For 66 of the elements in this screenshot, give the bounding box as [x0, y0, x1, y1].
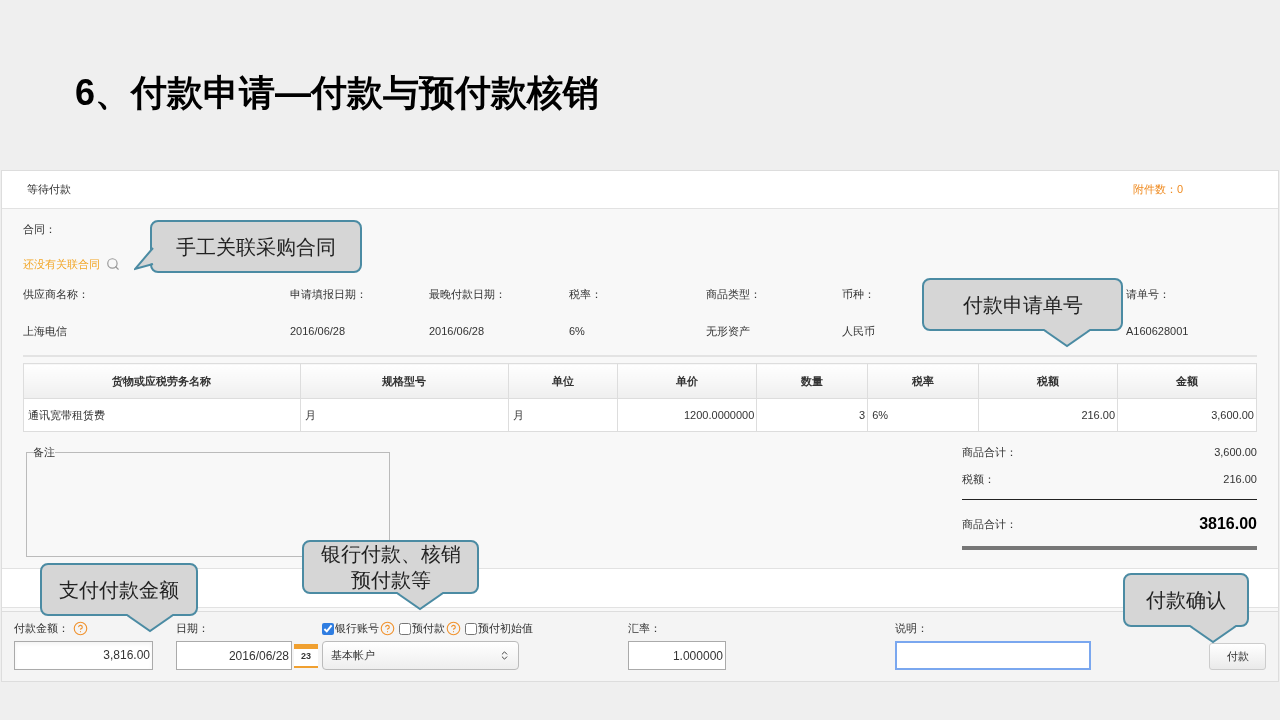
option-checkbox[interactable] — [322, 622, 334, 635]
account-select[interactable]: 基本帐户 — [322, 641, 519, 670]
help-icon[interactable] — [446, 621, 461, 636]
field-label: 税率： — [569, 287, 602, 302]
field-value: 2016/06/28 — [429, 323, 485, 339]
total-label: 商品合计： — [962, 445, 1017, 460]
calendar-button[interactable]: 23 — [294, 643, 318, 668]
slide-title: 6、付款申请—付款与预付款核销 — [75, 72, 600, 113]
field-label: 币种： — [842, 287, 875, 302]
total-value: 3,600.00 — [1214, 445, 1257, 460]
field-label: 申请填报日期： — [290, 287, 367, 302]
callout-pointer — [1044, 328, 1090, 348]
table-cell: 3,600.00 — [1117, 398, 1257, 432]
table-cell: 月 — [508, 398, 618, 432]
remarks-legend: 备注 — [33, 444, 55, 461]
column-header: 金额 — [1117, 363, 1257, 399]
table-cell: 216.00 — [978, 398, 1118, 432]
table-cell: 6% — [867, 398, 979, 432]
column-header: 税率 — [867, 363, 979, 399]
grand-total-value: 3816.00 — [1199, 514, 1257, 534]
field-label: 供应商名称： — [23, 287, 89, 302]
date-field[interactable]: 2016/06/28 — [176, 641, 292, 670]
field-label: 付款金额： — [14, 621, 69, 636]
field-label: 请单号： — [1126, 287, 1170, 302]
field-value: 上海电信 — [23, 323, 67, 339]
note-field[interactable] — [895, 641, 1091, 670]
column-header: 单位 — [508, 363, 618, 399]
grand-total-label: 商品合计： — [962, 516, 1017, 532]
search-icon[interactable] — [106, 256, 120, 271]
callout-tooltip: 手工关联采购合同 — [150, 220, 362, 273]
table-cell: 通讯宽带租赁费 — [23, 398, 301, 432]
table-cell: 3 — [756, 398, 868, 432]
status-label: 等待付款 — [27, 182, 71, 198]
help-icon[interactable] — [380, 621, 395, 636]
contract-label: 合同： — [23, 222, 57, 237]
total-label: 税额： — [962, 471, 995, 487]
column-header: 单价 — [617, 363, 757, 399]
field-value: 6% — [569, 323, 585, 339]
field-value: 人民币 — [842, 323, 875, 339]
field-label: 商品类型： — [706, 287, 761, 302]
field-value: A160628001 — [1126, 323, 1189, 339]
amount-field[interactable]: 3,816.00 — [14, 640, 153, 670]
option-label: 预付款 — [412, 621, 445, 637]
field-value: 2016/06/28 — [290, 323, 346, 339]
field-label: 日期： — [176, 621, 210, 636]
option-label: 银行账号 — [335, 621, 379, 637]
callout-pointer — [134, 247, 154, 271]
option-checkbox[interactable] — [465, 622, 477, 635]
callout-pointer — [1190, 624, 1236, 644]
field-label: 汇率： — [628, 621, 662, 636]
option-checkbox[interactable] — [399, 622, 411, 635]
help-icon[interactable] — [73, 620, 88, 636]
table-cell: 1200.0000000 — [617, 398, 757, 432]
field-label: 说明： — [895, 621, 929, 636]
column-header: 税额 — [978, 363, 1118, 399]
field-value: 无形资产 — [706, 323, 750, 339]
option-label: 预付初始值 — [478, 621, 533, 637]
rate-field[interactable]: 1.000000 — [628, 641, 726, 670]
column-header: 规格型号 — [300, 363, 509, 399]
column-header: 数量 — [756, 363, 868, 399]
field-label: 最晚付款日期： — [429, 287, 506, 302]
pay-button[interactable]: 付款 — [1209, 643, 1266, 670]
column-header: 货物或应税劳务名称 — [23, 363, 301, 399]
select-arrows-icon — [499, 650, 510, 661]
total-value: 216.00 — [1223, 471, 1257, 487]
table-cell: 月 — [300, 398, 509, 432]
